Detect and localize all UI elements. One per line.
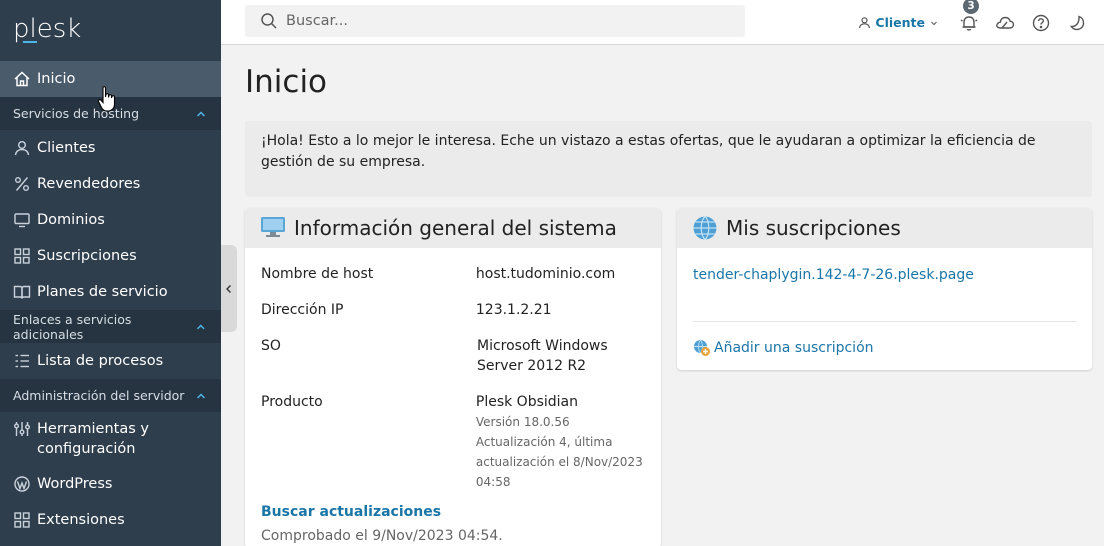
promo-text: ¡Hola! Esto a lo mejor le interesa. Eche… [261,133,1036,170]
info-row-ip: Dirección IP 123.1.2.21 [245,300,661,320]
user-menu[interactable]: Cliente [858,15,938,30]
check-updates-link[interactable]: Buscar actualizaciones [261,502,645,523]
chevron-left-icon [226,284,231,293]
info-key: SO [261,338,281,354]
info-row-hostname: Nombre de host host.tudominio.com [245,264,661,284]
info-key: Producto [261,394,323,410]
sidebar-item-label: Dominios [37,212,105,228]
topbar: Cliente 3 [221,0,1104,45]
search-box[interactable] [245,5,745,37]
sidebar-group-administracion[interactable]: Administración del servidor [0,379,221,412]
home-icon [13,70,31,88]
user-icon [859,17,871,29]
logo-text: plesk [13,14,82,44]
chevron-down-icon [931,21,937,25]
subscriptions-title: Mis suscripciones [726,216,901,240]
cloud-button[interactable] [994,12,1016,34]
sidebar-item-dominios[interactable]: Dominios [0,202,221,238]
bell-icon [960,15,978,31]
sidebar-item-clientes[interactable]: Clientes [0,130,221,166]
sidebar-group-label: Servicios de hosting [13,106,140,121]
sidebar-item-label: Inicio [37,71,76,87]
subscriptions-header: Mis suscripciones [677,208,1092,248]
notifications-button[interactable]: 3 [958,0,980,34]
hand-cursor-icon [97,86,116,112]
monitor-icon [13,211,31,229]
add-globe-icon [694,339,710,356]
search-icon [261,13,277,29]
sidebar-item-wordpress[interactable]: WordPress [0,466,221,502]
notifications-badge: 3 [963,0,979,14]
chevron-up-icon [196,110,206,117]
info-key: Nombre de host [261,266,374,282]
sidebar-item-label: WordPress [37,476,113,492]
chevron-up-icon [197,324,206,329]
help-button[interactable] [1030,12,1052,34]
system-info-card: Información general del sistema Nombre d… [245,208,661,546]
promo-message: ¡Hola! Esto a lo mejor le interesa. Eche… [245,121,1092,197]
topbar-actions: Cliente 3 [858,0,1104,45]
sidebar-group-label: Enlaces a servicios adicionales [13,311,132,342]
computer-icon [260,215,286,241]
info-value-group: Plesk Obsidian Versión 18.0.56 Actualiza… [476,392,645,492]
sidebar-item-label: Lista de procesos [37,353,164,369]
sidebar-item-label: Planes de servicio [37,284,168,300]
info-value: Microsoft Windows Server 2012 R2 [477,338,608,374]
cloud-icon [996,16,1015,29]
theme-toggle-button[interactable] [1066,12,1088,34]
main-content: Inicio ¡Hola! Esto a lo mejor le interes… [245,45,1093,546]
system-info-header: Información general del sistema [245,208,661,248]
sidebar-item-planes[interactable]: Planes de servicio [0,274,221,310]
sidebar-item-herramientas[interactable]: Herramientas y configuración [0,412,221,466]
sidebar-collapse-handle[interactable] [221,245,237,332]
product-version-note: Versión 18.0.56 Actualización 4, última … [475,415,643,489]
info-row-product: Producto Plesk Obsidian Versión 18.0.56 … [245,392,661,492]
wordpress-icon [13,475,31,493]
sidebar-group-enlaces[interactable]: Enlaces a servicios adicionales [0,310,221,343]
subscription-link[interactable]: tender-chaplygin.142-4-7-26.plesk.page [693,267,974,283]
page-title: Inicio [245,64,328,100]
list-icon [13,352,31,370]
user-icon [13,139,31,157]
grid-icon [13,247,31,265]
sidebar-item-procesos[interactable]: Lista de procesos [0,343,221,379]
globe-icon [692,215,718,241]
book-icon [13,283,31,301]
info-value: Plesk Obsidian [475,394,578,410]
sidebar-item-extensiones[interactable]: Extensiones [0,502,221,538]
moon-icon [1069,15,1085,30]
sidebar-group-label: Administración del servidor [13,388,185,403]
sliders-icon [13,420,31,438]
help-icon [1032,14,1050,31]
sidebar-item-label: Extensiones [37,512,125,528]
user-label: Cliente [875,15,925,30]
logo-accent [23,41,37,43]
sidebar-item-label: Revendedores [37,176,141,192]
sidebar: plesk Inicio Servicios de hosting Client… [0,0,221,546]
sidebar-item-revendedores[interactable]: Revendedores [0,166,221,202]
last-checked-text: Comprobado el 9/Nov/2023 04:54. [261,528,503,544]
info-row-os: SO Microsoft Windows Server 2012 R2 [245,336,661,376]
percent-icon [13,175,31,193]
info-key: Dirección IP [261,302,344,318]
search-input[interactable] [286,13,726,29]
extensions-icon [13,511,31,529]
system-info-title: Información general del sistema [294,216,617,240]
info-value: host.tudominio.com [475,266,616,282]
info-value: 123.1.2.21 [475,302,552,318]
sidebar-item-suscripciones[interactable]: Suscripciones [0,238,221,274]
chevron-up-icon [196,392,206,399]
sidebar-item-label: Herramientas y configuración [37,421,149,457]
add-subscription-link[interactable]: Añadir una suscripción [714,338,874,358]
plesk-logo[interactable]: plesk [0,0,221,61]
subscriptions-card: Mis suscripciones tender-chaplygin.142-4… [677,208,1092,370]
sidebar-item-label: Suscripciones [37,248,137,264]
sidebar-item-label: Clientes [37,140,96,156]
add-subscription-row: Añadir una suscripción [677,322,1092,358]
